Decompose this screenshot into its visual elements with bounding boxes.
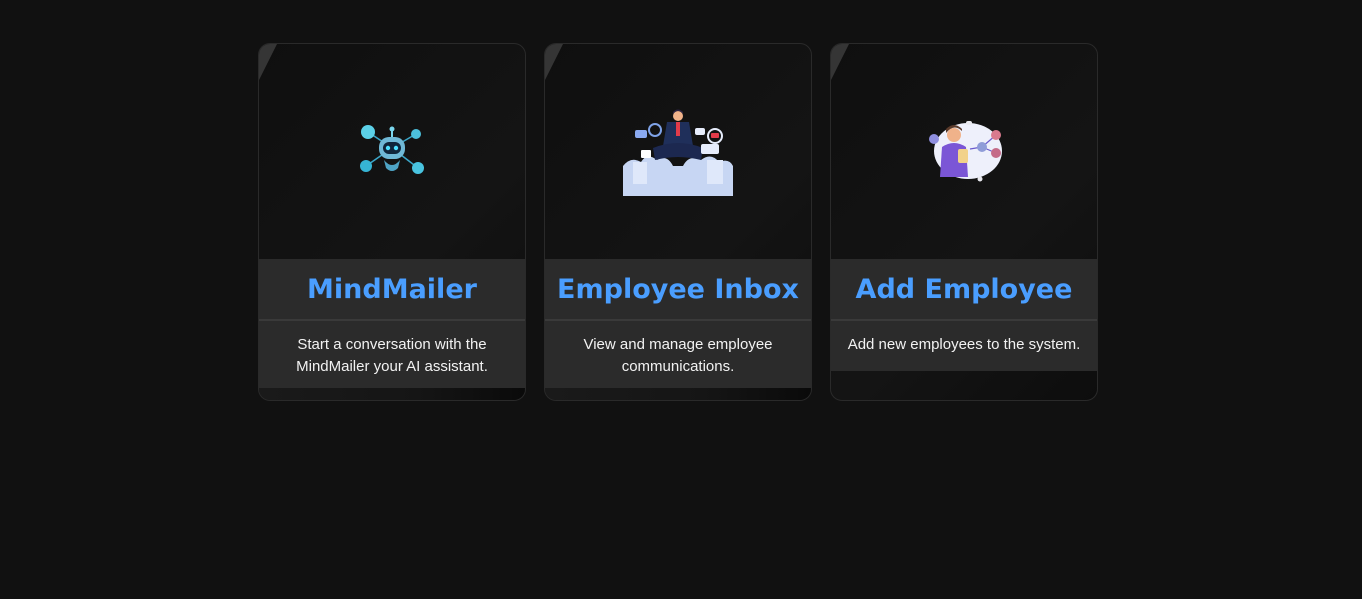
card-footer-shadow (545, 388, 811, 400)
card-add-employee[interactable]: Add Employee Add new employees to the sy… (830, 43, 1098, 401)
card-image (545, 44, 811, 259)
card-title: MindMailer (307, 273, 477, 305)
card-description: Start a conversation with the MindMailer… (259, 321, 525, 391)
robot-icon (360, 124, 424, 174)
card-title: Employee Inbox (557, 273, 799, 305)
card-title: Add Employee (855, 273, 1073, 305)
card-employee-inbox[interactable]: Employee Inbox View and manage employee … (544, 43, 812, 401)
card-footer-shadow (259, 388, 525, 400)
add-employee-illustration-icon (929, 120, 1002, 181)
card-description: View and manage employee communications. (545, 321, 811, 391)
card-description: Add new employees to the system. (831, 321, 1097, 371)
card-title-bar: Add Employee (831, 259, 1097, 321)
card-mindmailer[interactable]: MindMailer Start a conversation with the… (258, 43, 526, 401)
inbox-illustration-icon (623, 109, 733, 196)
card-grid: MindMailer Start a conversation with the… (258, 43, 1098, 401)
card-title-bar: MindMailer (259, 259, 525, 321)
card-image (259, 44, 525, 259)
card-title-bar: Employee Inbox (545, 259, 811, 321)
card-image (831, 44, 1097, 259)
